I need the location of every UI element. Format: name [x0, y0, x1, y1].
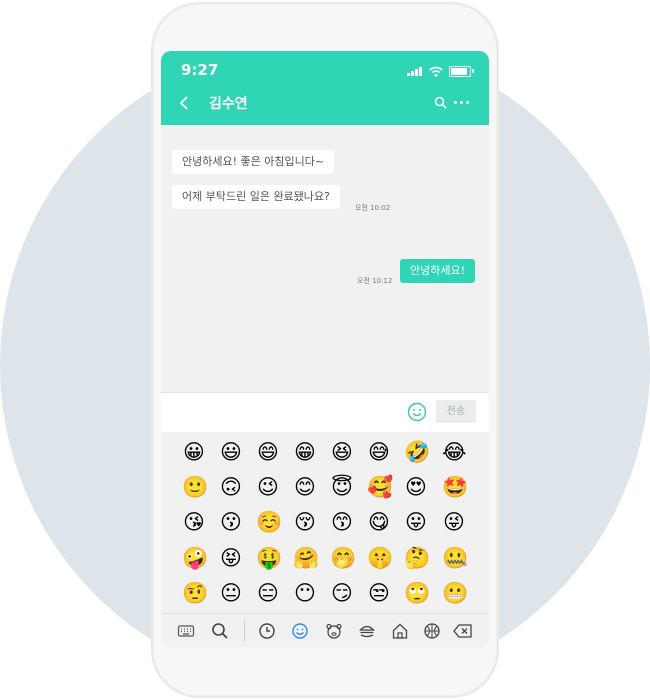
emoji-key[interactable]: 😋 [367, 510, 391, 534]
emoji-key[interactable]: 😙 [330, 510, 354, 534]
emoji-key[interactable]: 🥰 [367, 475, 393, 499]
message-timestamp: 오전 10:02 [355, 204, 391, 212]
phone-screen: 9:27 김수연 안녕하세요! 좋은 아침입니다~ 어제 부탁드린 일은 완료됐… [161, 51, 489, 647]
chevron-left-icon[interactable] [179, 95, 189, 111]
emoji-key[interactable]: 😍 [404, 475, 428, 499]
emoji-key[interactable]: 🤐 [442, 546, 468, 570]
food-icon[interactable] [358, 622, 376, 640]
emoji-key[interactable]: 🤩 [442, 475, 468, 499]
emoji-key[interactable]: 😘 [182, 510, 206, 534]
emoji-key[interactable]: 😐 [219, 581, 243, 605]
emoji-key[interactable]: 😏 [330, 581, 354, 605]
wifi-icon [429, 66, 443, 77]
animal-icon[interactable] [325, 622, 343, 640]
emoji-key[interactable]: 😶 [293, 581, 317, 605]
message-input[interactable] [169, 399, 399, 425]
message-bubble-in: 안녕하세요! 좋은 아침입니다~ [172, 150, 335, 174]
emoji-key[interactable]: 🙄 [404, 581, 430, 605]
emoji-key[interactable]: 🤔 [404, 546, 430, 570]
emoji-key[interactable]: 😃 [219, 440, 243, 464]
emoji-key[interactable]: 😆 [330, 440, 354, 464]
emoji-key[interactable]: 🤪 [182, 546, 208, 570]
emoji-key[interactable]: 😑 [256, 581, 280, 605]
chat-title: 김수연 [209, 96, 248, 112]
chat-header: 9:27 김수연 [161, 51, 489, 125]
emoji-key[interactable]: 😁 [293, 440, 317, 464]
signal-icon [407, 66, 423, 76]
more-dots-icon[interactable] [454, 101, 469, 104]
message-composer: 전송 [161, 392, 489, 433]
message-bubble-in: 어제 부탁드린 일은 완료됐나요? [172, 185, 340, 209]
emoji-key[interactable]: 😉 [256, 475, 280, 499]
emoji-key[interactable]: ☺️ [256, 510, 282, 534]
emoji-tab-bar [161, 613, 489, 647]
emoji-key[interactable]: 😜 [442, 510, 466, 534]
emoji-key[interactable]: 🤣 [404, 440, 430, 464]
status-time: 9:27 [181, 61, 219, 79]
keyboard-icon[interactable] [177, 622, 195, 640]
emoji-key[interactable]: 🙃 [219, 475, 243, 499]
emoji-key[interactable]: 😄 [256, 440, 280, 464]
send-button[interactable]: 전송 [436, 400, 476, 423]
emoji-key[interactable]: 😚 [293, 510, 317, 534]
battery-icon [449, 65, 474, 77]
emoji-key[interactable]: 😀 [182, 440, 206, 464]
emoji-key[interactable]: 😅 [367, 440, 391, 464]
building-icon[interactable] [391, 622, 409, 640]
search-icon[interactable] [211, 622, 229, 640]
recent-clock-icon[interactable] [258, 622, 276, 640]
message-timestamp: 오전 10:12 [357, 277, 393, 285]
emoji-key[interactable]: 🤑 [256, 546, 282, 570]
emoji-key[interactable]: 🤨 [182, 581, 208, 605]
emoji-key[interactable]: 😂 [442, 440, 467, 464]
sports-ball-icon[interactable] [423, 622, 441, 640]
emoji-key[interactable]: 😬 [442, 581, 468, 605]
emoji-key[interactable]: 😇 [330, 475, 354, 499]
emoji-key[interactable]: 🙂 [182, 475, 208, 499]
message-bubble-out: 안녕하세요! [400, 259, 476, 283]
emoji-key[interactable]: 😝 [219, 546, 243, 570]
emoji-key[interactable]: 🤗 [293, 546, 319, 570]
emoji-key[interactable]: 😛 [404, 510, 428, 534]
status-icons [407, 64, 474, 78]
smiley-icon[interactable] [407, 402, 427, 422]
emoji-key[interactable]: 😗 [219, 510, 243, 534]
backspace-icon[interactable] [453, 622, 473, 640]
emoji-key[interactable]: 😊 [293, 475, 317, 499]
emoji-key[interactable]: 🤫 [367, 546, 393, 570]
emoji-key[interactable]: 🤭 [330, 546, 356, 570]
emoji-grid: 😀 😃 😄 😁 😆 😅 🤣 😂 🙂 🙃 😉 😊 😇 🥰 😍 🤩 😘 😗 ☺️ 😚 😙 😋 😛 😜 🤪 😝 🤑 🤗 🤭 🤫 🤔 🤐 🤨 😐 😑 😶 😏 😒 🙄… [161, 432, 489, 613]
smiley-tab-icon[interactable] [291, 622, 309, 640]
tab-divider [244, 620, 245, 642]
search-icon[interactable] [434, 96, 447, 109]
emoji-key[interactable]: 😒 [367, 581, 391, 605]
